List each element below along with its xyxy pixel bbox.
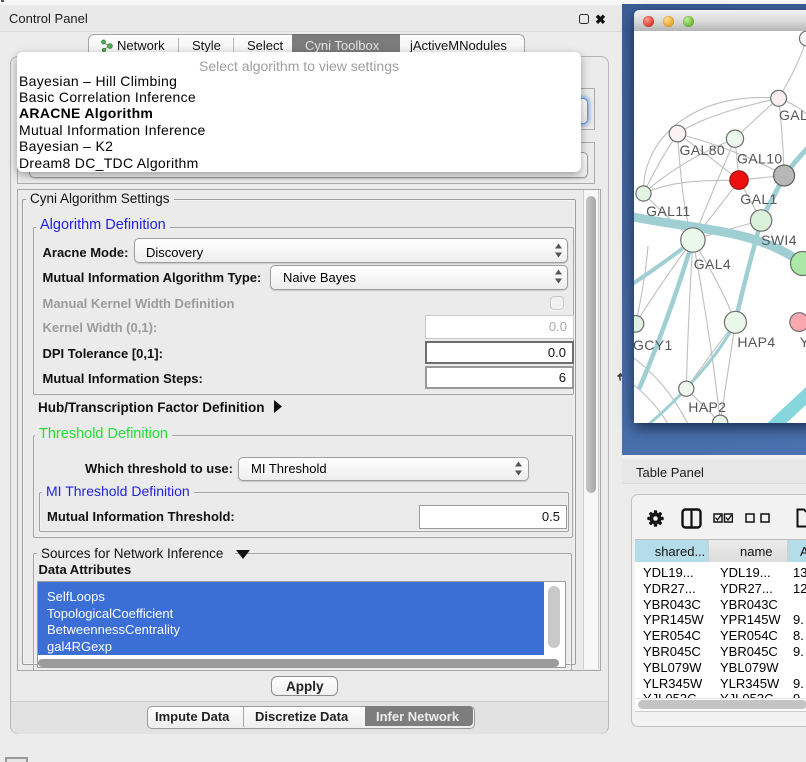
svg-text:GAL11: GAL11 bbox=[646, 203, 691, 219]
svg-text:HAP2: HAP2 bbox=[688, 399, 726, 415]
svg-text:HAP4: HAP4 bbox=[737, 334, 775, 350]
svg-text:GCY1: GCY1 bbox=[634, 337, 673, 353]
svg-text:GAL1: GAL1 bbox=[740, 191, 777, 207]
svg-text:GAL7: GAL7 bbox=[779, 107, 806, 123]
svg-text:SWI4: SWI4 bbox=[761, 232, 797, 248]
svg-text:GAL80: GAL80 bbox=[680, 142, 726, 158]
svg-text:GAL10: GAL10 bbox=[737, 151, 783, 167]
svg-text:GAL4: GAL4 bbox=[694, 256, 731, 272]
svg-text:YD: YD bbox=[800, 334, 806, 350]
